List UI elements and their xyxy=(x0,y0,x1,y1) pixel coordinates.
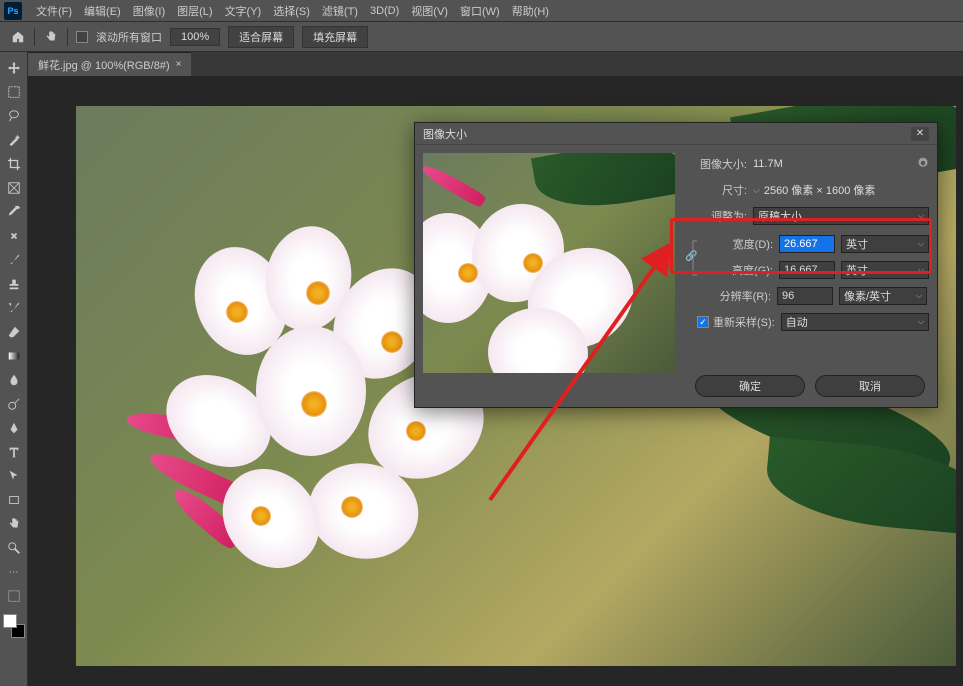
gradient-tool-icon[interactable] xyxy=(3,345,25,367)
resample-select[interactable]: 自动 ⌵ xyxy=(781,313,929,331)
chevron-down-icon: ⌵ xyxy=(918,211,924,221)
color-swatches[interactable] xyxy=(3,614,25,638)
eyedropper-tool-icon[interactable] xyxy=(3,201,25,223)
dialog-title-text: 图像大小 xyxy=(423,126,467,142)
chevron-down-icon[interactable]: ⌵ xyxy=(753,185,760,196)
crop-tool-icon[interactable] xyxy=(3,153,25,175)
close-icon[interactable]: × xyxy=(176,59,182,70)
dialog-titlebar[interactable]: 图像大小 ✕ xyxy=(415,123,937,145)
chevron-down-icon: ⌵ xyxy=(916,291,922,301)
healing-tool-icon[interactable] xyxy=(3,225,25,247)
menu-3d[interactable]: 3D(D) xyxy=(364,5,405,17)
scroll-all-checkbox[interactable] xyxy=(76,31,88,43)
menu-file[interactable]: 文件(F) xyxy=(30,3,78,19)
stamp-tool-icon[interactable] xyxy=(3,273,25,295)
home-icon[interactable] xyxy=(10,29,26,45)
chevron-down-icon: ⌵ xyxy=(918,265,924,275)
menu-layer[interactable]: 图层(L) xyxy=(171,3,218,19)
pen-tool-icon[interactable] xyxy=(3,417,25,439)
scroll-all-label: 滚动所有窗口 xyxy=(96,29,162,45)
resolution-unit-select[interactable]: 像素/英寸 ⌵ xyxy=(839,287,927,305)
height-label: 高度(G): xyxy=(703,262,779,278)
move-tool-icon[interactable] xyxy=(3,57,25,79)
fit-screen-button[interactable]: 适合屏幕 xyxy=(228,26,294,48)
zoom-tool-icon[interactable] xyxy=(3,537,25,559)
resample-checkbox[interactable] xyxy=(697,316,709,328)
resample-label: 重新采样(S): xyxy=(713,314,775,330)
resample-select-value: 自动 xyxy=(786,314,808,330)
eraser-tool-icon[interactable] xyxy=(3,321,25,343)
chevron-down-icon: ⌵ xyxy=(918,239,924,249)
image-size-dialog: 图像大小 ✕ 图像大小: 11.7M 尺寸: ⌵ 2560 xyxy=(414,122,938,408)
image-size-label: 图像大小: xyxy=(683,156,753,172)
dodge-tool-icon[interactable] xyxy=(3,393,25,415)
type-tool-icon[interactable] xyxy=(3,441,25,463)
blur-tool-icon[interactable] xyxy=(3,369,25,391)
frame-tool-icon[interactable] xyxy=(3,177,25,199)
resolution-unit-value: 像素/英寸 xyxy=(844,288,891,304)
menu-image[interactable]: 图像(I) xyxy=(127,3,171,19)
resolution-label: 分辨率(R): xyxy=(701,288,777,304)
lasso-tool-icon[interactable] xyxy=(3,105,25,127)
chevron-down-icon: ⌵ xyxy=(918,317,924,327)
document-tab[interactable]: 鲜花.jpg @ 100%(RGB/8#) × xyxy=(28,52,191,77)
rectangle-tool-icon[interactable] xyxy=(3,489,25,511)
menu-view[interactable]: 视图(V) xyxy=(405,3,454,19)
menu-edit[interactable]: 编辑(E) xyxy=(78,3,127,19)
edit-toolbar-icon[interactable] xyxy=(3,585,25,607)
menu-type[interactable]: 文字(Y) xyxy=(219,3,268,19)
ok-button[interactable]: 确定 xyxy=(695,375,805,397)
width-label: 宽度(D): xyxy=(703,236,779,252)
adjust-select-value: 原稿大小 xyxy=(758,208,802,224)
menu-filter[interactable]: 滤镜(T) xyxy=(316,3,364,19)
height-unit-value: 英寸 xyxy=(846,262,868,278)
menubar: 文件(F) 编辑(E) 图像(I) 图层(L) 文字(Y) 选择(S) 滤镜(T… xyxy=(0,0,963,22)
height-input[interactable] xyxy=(779,261,835,279)
adjust-select[interactable]: 原稿大小 ⌵ xyxy=(753,207,929,225)
image-size-value: 11.7M xyxy=(753,158,783,170)
resolution-input[interactable] xyxy=(777,287,833,305)
marquee-tool-icon[interactable] xyxy=(3,81,25,103)
width-unit-select[interactable]: 英寸 ⌵ xyxy=(841,235,929,253)
link-dimensions-icon[interactable]: 🔗 xyxy=(683,233,701,283)
width-unit-value: 英寸 xyxy=(846,236,868,252)
hand-tool-icon[interactable] xyxy=(3,513,25,535)
adjust-label: 调整为: xyxy=(683,208,753,224)
dimensions-label: 尺寸: xyxy=(683,182,753,198)
history-brush-tool-icon[interactable] xyxy=(3,297,25,319)
options-bar: 滚动所有窗口 100% 适合屏幕 填充屏幕 xyxy=(0,22,963,52)
wand-tool-icon[interactable] xyxy=(3,129,25,151)
toolbar: ⋯ xyxy=(0,52,28,686)
dimensions-value: 2560 像素 × 1600 像素 xyxy=(764,182,876,198)
menu-window[interactable]: 窗口(W) xyxy=(454,3,506,19)
close-icon[interactable]: ✕ xyxy=(911,127,929,141)
ps-logo: Ps xyxy=(4,2,22,20)
menu-select[interactable]: 选择(S) xyxy=(267,3,316,19)
width-input[interactable] xyxy=(779,235,835,253)
foreground-swatch[interactable] xyxy=(3,614,17,628)
fill-screen-button[interactable]: 填充屏幕 xyxy=(302,26,368,48)
preview-thumbnail xyxy=(423,153,675,373)
cancel-button[interactable]: 取消 xyxy=(815,375,925,397)
document-tab-label: 鲜花.jpg @ 100%(RGB/8#) xyxy=(38,57,170,73)
brush-tool-icon[interactable] xyxy=(3,249,25,271)
path-selection-tool-icon[interactable] xyxy=(3,465,25,487)
zoom-button[interactable]: 100% xyxy=(170,28,220,46)
toolbar-more-icon[interactable]: ⋯ xyxy=(3,561,25,583)
height-unit-select[interactable]: 英寸 ⌵ xyxy=(841,261,929,279)
hand-tool-icon[interactable] xyxy=(43,29,59,45)
document-tabbar: 鲜花.jpg @ 100%(RGB/8#) × xyxy=(28,52,963,76)
gear-icon[interactable] xyxy=(917,157,929,172)
menu-help[interactable]: 帮助(H) xyxy=(506,3,555,19)
